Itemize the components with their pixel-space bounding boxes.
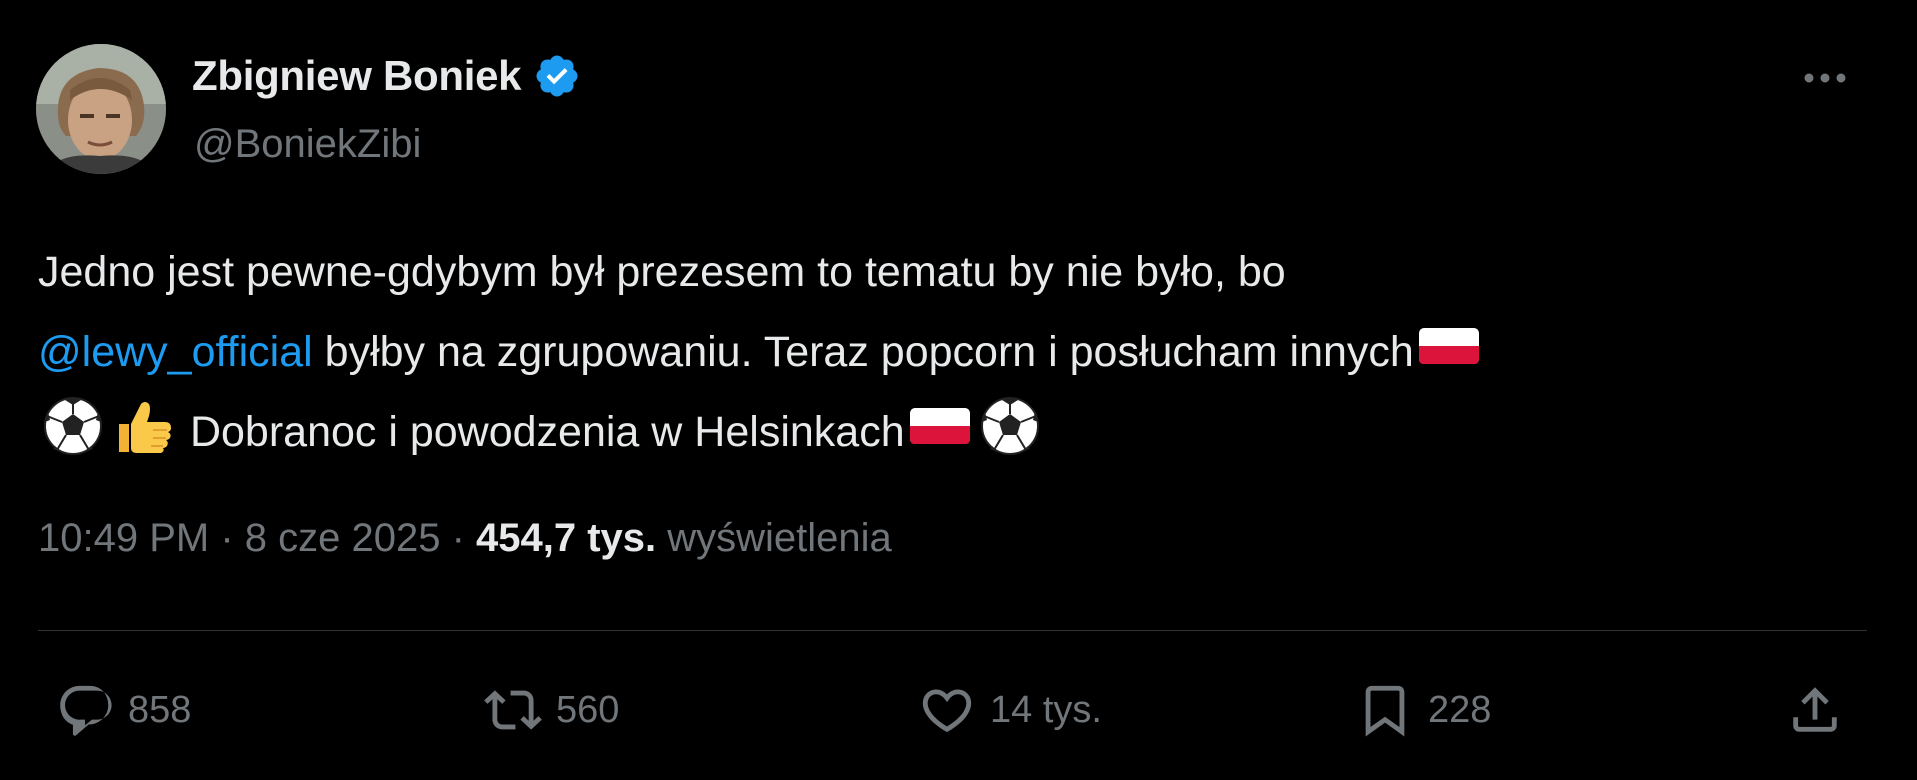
more-dots-icon xyxy=(1804,73,1846,83)
soccer-ball-icon xyxy=(41,394,105,458)
repost-icon xyxy=(484,690,542,730)
tweet-text-line-3: Dobranoc i powodzenia w Helsinkach xyxy=(38,392,1878,472)
poland-flag-icon xyxy=(908,394,972,458)
bookmark-count: 228 xyxy=(1428,688,1492,731)
user-avatar-photo-icon xyxy=(36,44,166,174)
views-count[interactable]: 454,7 tys. xyxy=(476,516,656,560)
tweet-meta: 10:49 PM · 8 cze 2025 · 454,7 tys. wyświ… xyxy=(38,516,892,561)
meta-separator: · xyxy=(209,516,245,560)
author-handle[interactable]: @BoniekZibi xyxy=(194,122,421,167)
divider xyxy=(38,630,1867,631)
author-display-name[interactable]: Zbigniew Boniek xyxy=(192,52,521,100)
author-name-row: Zbigniew Boniek xyxy=(192,52,581,100)
meta-separator: · xyxy=(440,516,477,560)
thumbs-up-icon xyxy=(111,394,175,458)
mention-link[interactable]: @lewy_official xyxy=(38,328,313,376)
bookmark-icon xyxy=(1365,685,1405,737)
views-label: wyświetlenia xyxy=(656,516,892,560)
repost-count: 560 xyxy=(556,688,620,731)
tweet-time[interactable]: 10:49 PM xyxy=(38,516,209,560)
like-count: 14 tys. xyxy=(990,688,1102,731)
tweet-date[interactable]: 8 cze 2025 xyxy=(245,516,441,560)
soccer-ball-icon xyxy=(978,394,1042,458)
reply-icon xyxy=(60,685,112,736)
avatar[interactable] xyxy=(36,44,166,174)
tweet-text-line-1: Jedno jest pewne-gdybym był prezesem to … xyxy=(38,248,1286,296)
share-icon xyxy=(1793,687,1837,732)
tweet-text-line-2-rest: byłby na zgrupowaniu. Teraz popcorn i po… xyxy=(312,328,1414,376)
tweet-text-line-2: @lewy_official byłby na zgrupowaniu. Ter… xyxy=(38,312,1878,392)
like-button[interactable]: 14 tys. xyxy=(918,670,1102,750)
poland-flag-icon xyxy=(1417,314,1481,378)
verified-badge-icon[interactable] xyxy=(533,52,581,100)
heart-icon xyxy=(922,689,972,733)
repost-button[interactable]: 560 xyxy=(484,670,619,750)
bookmark-button[interactable]: 228 xyxy=(1356,670,1491,750)
share-button[interactable] xyxy=(1786,670,1844,750)
reply-count: 858 xyxy=(128,688,192,731)
tweet-text-line-3-rest: Dobranoc i powodzenia w Helsinkach xyxy=(178,408,905,456)
tweet-card: Zbigniew Boniek @BoniekZibi Jedno jest p… xyxy=(0,0,1917,780)
more-options-button[interactable] xyxy=(1795,58,1855,98)
action-bar: 858 560 14 tys. 228 xyxy=(0,670,1917,750)
reply-button[interactable]: 858 xyxy=(56,670,191,750)
tweet-text: Jedno jest pewne-gdybym był prezesem to … xyxy=(38,232,1878,472)
